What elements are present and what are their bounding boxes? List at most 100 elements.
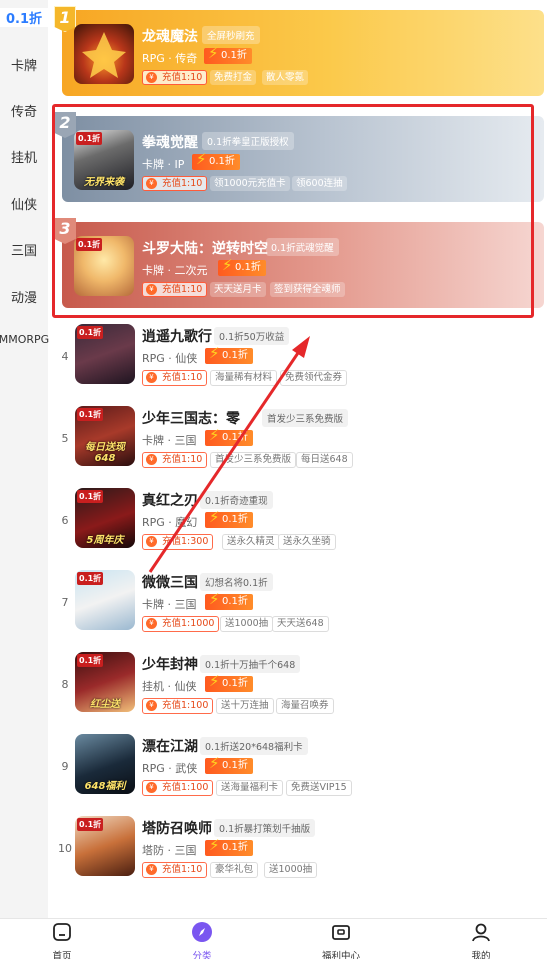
- game-genre: 卡牌 · 二次元: [142, 264, 208, 277]
- lightning-icon: ⚡: [209, 672, 220, 690]
- thumb-discount-tag: 0.1折: [77, 408, 104, 421]
- sidebar-item-idle[interactable]: 挂机: [0, 147, 48, 166]
- game-name: 真红之刃: [142, 493, 198, 509]
- game-list-item[interactable]: 9 648福利 漂在江湖 0.1折送20*648福利卡 RPG · 武侠 ⚡ 0.…: [50, 734, 547, 816]
- game-thumbnail: 0.1折 红尘送: [75, 652, 135, 712]
- discount-badge: ⚡ 0.1折: [205, 836, 253, 856]
- perk-tag: 海量召唤券: [276, 698, 334, 714]
- thumb-discount-tag: 0.1折: [77, 572, 104, 585]
- game-list-item[interactable]: 5 0.1折 每日送现648 少年三国志：零 首发少三系免费版 卡牌 · 三国 …: [50, 406, 547, 488]
- recharge-ratio-badge: ¥ 充值1:10: [142, 452, 208, 468]
- perk-tag: 送永久精灵: [222, 534, 280, 550]
- game-highlight-tag: 0.1折50万收益: [214, 327, 290, 345]
- top-game-card-2[interactable]: 2 0.1折 无界来袭 拳魂觉醒 0.1折拳皇正版授权 卡牌 · IP ⚡ 0.1…: [54, 112, 544, 202]
- lightning-icon: ⚡: [222, 256, 233, 274]
- game-highlight-tag: 0.1折武魂觉醒: [266, 238, 339, 256]
- game-thumbnail: 0.1折 5周年庆: [75, 488, 135, 548]
- game-thumbnail: 0.1折: [75, 570, 135, 630]
- top-game-card-3[interactable]: 3 0.1折 斗罗大陆：逆转时空 0.1折武魂觉醒 卡牌 · 二次元 ⚡ 0.1折…: [54, 218, 544, 308]
- sidebar-item-xianxia[interactable]: 仙侠: [0, 194, 48, 213]
- discount-badge: ⚡ 0.1折: [205, 509, 253, 528]
- nav-item-category[interactable]: 分类: [167, 921, 237, 959]
- recharge-ratio-badge: ¥ 充值1:10: [142, 176, 208, 191]
- game-list-item[interactable]: 4 0.1折 逍遥九歌行 0.1折50万收益 RPG · 仙侠 ⚡ 0.1折 ¥ 充…: [50, 324, 547, 406]
- coin-icon: ¥: [146, 618, 157, 629]
- game-list-item[interactable]: 6 0.1折 5周年庆 真红之刃 0.1折奇迹重现 RPG · 魔幻 ⚡ 0.1折…: [50, 488, 547, 570]
- thumb-discount-tag: 0.1折: [76, 132, 103, 145]
- nav-item-home[interactable]: 首页: [27, 921, 97, 959]
- game-highlight-tag: 0.1折暴打策划千抽版: [214, 819, 316, 837]
- game-name: 龙魂魔法: [142, 29, 198, 45]
- thumb-caption: 5周年庆: [86, 535, 124, 546]
- lightning-icon: ⚡: [209, 836, 220, 854]
- coin-icon: ¥: [146, 284, 157, 295]
- top-game-card-1[interactable]: 1 龙魂魔法 全屏秒刷充 RPG · 传奇 ⚡ 0.1折 ¥ 充值1:10 免费打金…: [54, 6, 544, 96]
- discount-badge: ⚡ 0.1折: [205, 591, 253, 610]
- lightning-icon: ⚡: [209, 426, 220, 444]
- coin-icon: ¥: [146, 536, 157, 547]
- discount-badge: ⚡ 0.1折: [205, 672, 253, 692]
- sidebar-item-three-kingdoms[interactable]: 三国: [0, 240, 48, 259]
- game-list-item[interactable]: 10 0.1折 塔防召唤师 0.1折暴打策划千抽版 塔防 · 三国 ⚡ 0.1折 …: [50, 816, 547, 898]
- coin-icon: ¥: [146, 72, 157, 83]
- nav-item-mine[interactable]: 我的: [446, 921, 516, 959]
- sidebar-item-mmorpg[interactable]: MMORPG: [0, 333, 54, 346]
- game-genre: RPG · 仙侠: [142, 352, 198, 365]
- nav-item-welfare-center[interactable]: 福利中心: [306, 921, 376, 959]
- game-name: 逍遥九歌行: [142, 329, 212, 345]
- perk-tag: 送1000抽: [220, 616, 274, 632]
- lightning-icon: ⚡: [208, 44, 219, 62]
- rank-number: 8: [61, 678, 69, 691]
- recharge-ratio-badge: ¥ 充值1:10: [142, 282, 208, 297]
- game-highlight-tag: 0.1折奇迹重现: [200, 491, 273, 509]
- perk-tag: 领600连抽: [292, 176, 347, 191]
- thumb-caption: 648福利: [84, 781, 126, 792]
- lightning-icon: ⚡: [196, 150, 207, 168]
- thumb-discount-tag: 0.1折: [77, 326, 104, 339]
- perk-tag: 送永久坐骑: [278, 534, 336, 550]
- nav-label: 福利中心: [321, 951, 360, 959]
- discount-badge: ⚡ 0.1折: [192, 150, 240, 170]
- rank-number: 10: [58, 842, 72, 855]
- game-name: 漂在江湖: [142, 739, 198, 755]
- game-name: 拳魂觉醒: [142, 135, 198, 151]
- sidebar-item-anime[interactable]: 动漫: [0, 287, 48, 306]
- discount-badge: ⚡ 0.1折: [204, 44, 252, 64]
- perk-tag: 天天送648: [272, 616, 329, 632]
- sidebar-item-legend[interactable]: 传奇: [0, 101, 48, 120]
- nav-label: 首页: [52, 951, 72, 959]
- game-thumbnail: 0.1折: [75, 816, 135, 876]
- dragon-emblem-icon: [82, 32, 126, 78]
- nav-label: 我的: [471, 951, 491, 959]
- sidebar-item-0.1zhe[interactable]: 0.1折: [0, 8, 48, 27]
- perk-tag: 天天送月卡: [210, 282, 266, 297]
- thumb-discount-tag: 0.1折: [76, 238, 103, 251]
- rank-number: 9: [61, 760, 69, 773]
- perk-tag: 免费打金: [210, 70, 257, 85]
- coin-icon: ¥: [146, 372, 157, 383]
- game-list-item[interactable]: 7 0.1折 微微三国 幻想名将0.1折 卡牌 · 三国 ⚡ 0.1折 ¥ 充值1:…: [50, 570, 547, 652]
- perk-tag: 散人零氪: [262, 70, 309, 85]
- lightning-icon: ⚡: [209, 754, 220, 772]
- perk-tag: 免费送VIP15: [286, 780, 352, 796]
- perk-tag: 送十万连抽: [216, 698, 274, 714]
- game-thumbnail: [74, 24, 134, 84]
- game-name: 塔防召唤师: [142, 821, 212, 837]
- discount-badge: ⚡ 0.1折: [205, 754, 253, 774]
- game-highlight-tag: 幻想名将0.1折: [200, 573, 273, 591]
- perk-tag: 海量稀有材料: [210, 370, 278, 386]
- perk-tag: 领1000元充值卡: [210, 176, 290, 191]
- bottom-navigation: 首页 分类 福利中心 我的: [0, 918, 547, 959]
- game-genre: 挂机 · 仙侠: [142, 680, 197, 693]
- gift-box-icon: [332, 925, 350, 940]
- thumb-caption: 红尘送: [90, 699, 120, 710]
- game-genre: RPG · 武侠: [142, 762, 198, 775]
- sidebar-item-card[interactable]: 卡牌: [0, 55, 48, 74]
- game-thumbnail: 0.1折: [74, 236, 134, 296]
- discount-badge: ⚡ 0.1折: [218, 256, 266, 276]
- coin-icon: ¥: [146, 700, 157, 711]
- thumb-discount-tag: 0.1折: [77, 654, 104, 667]
- recharge-ratio-badge: ¥ 充值1:1000: [142, 616, 220, 632]
- game-list-item[interactable]: 8 0.1折 红尘送 少年封神 0.1折十万抽千个648 挂机 · 仙侠 ⚡ 0.…: [50, 652, 547, 734]
- coin-icon: ¥: [146, 864, 157, 875]
